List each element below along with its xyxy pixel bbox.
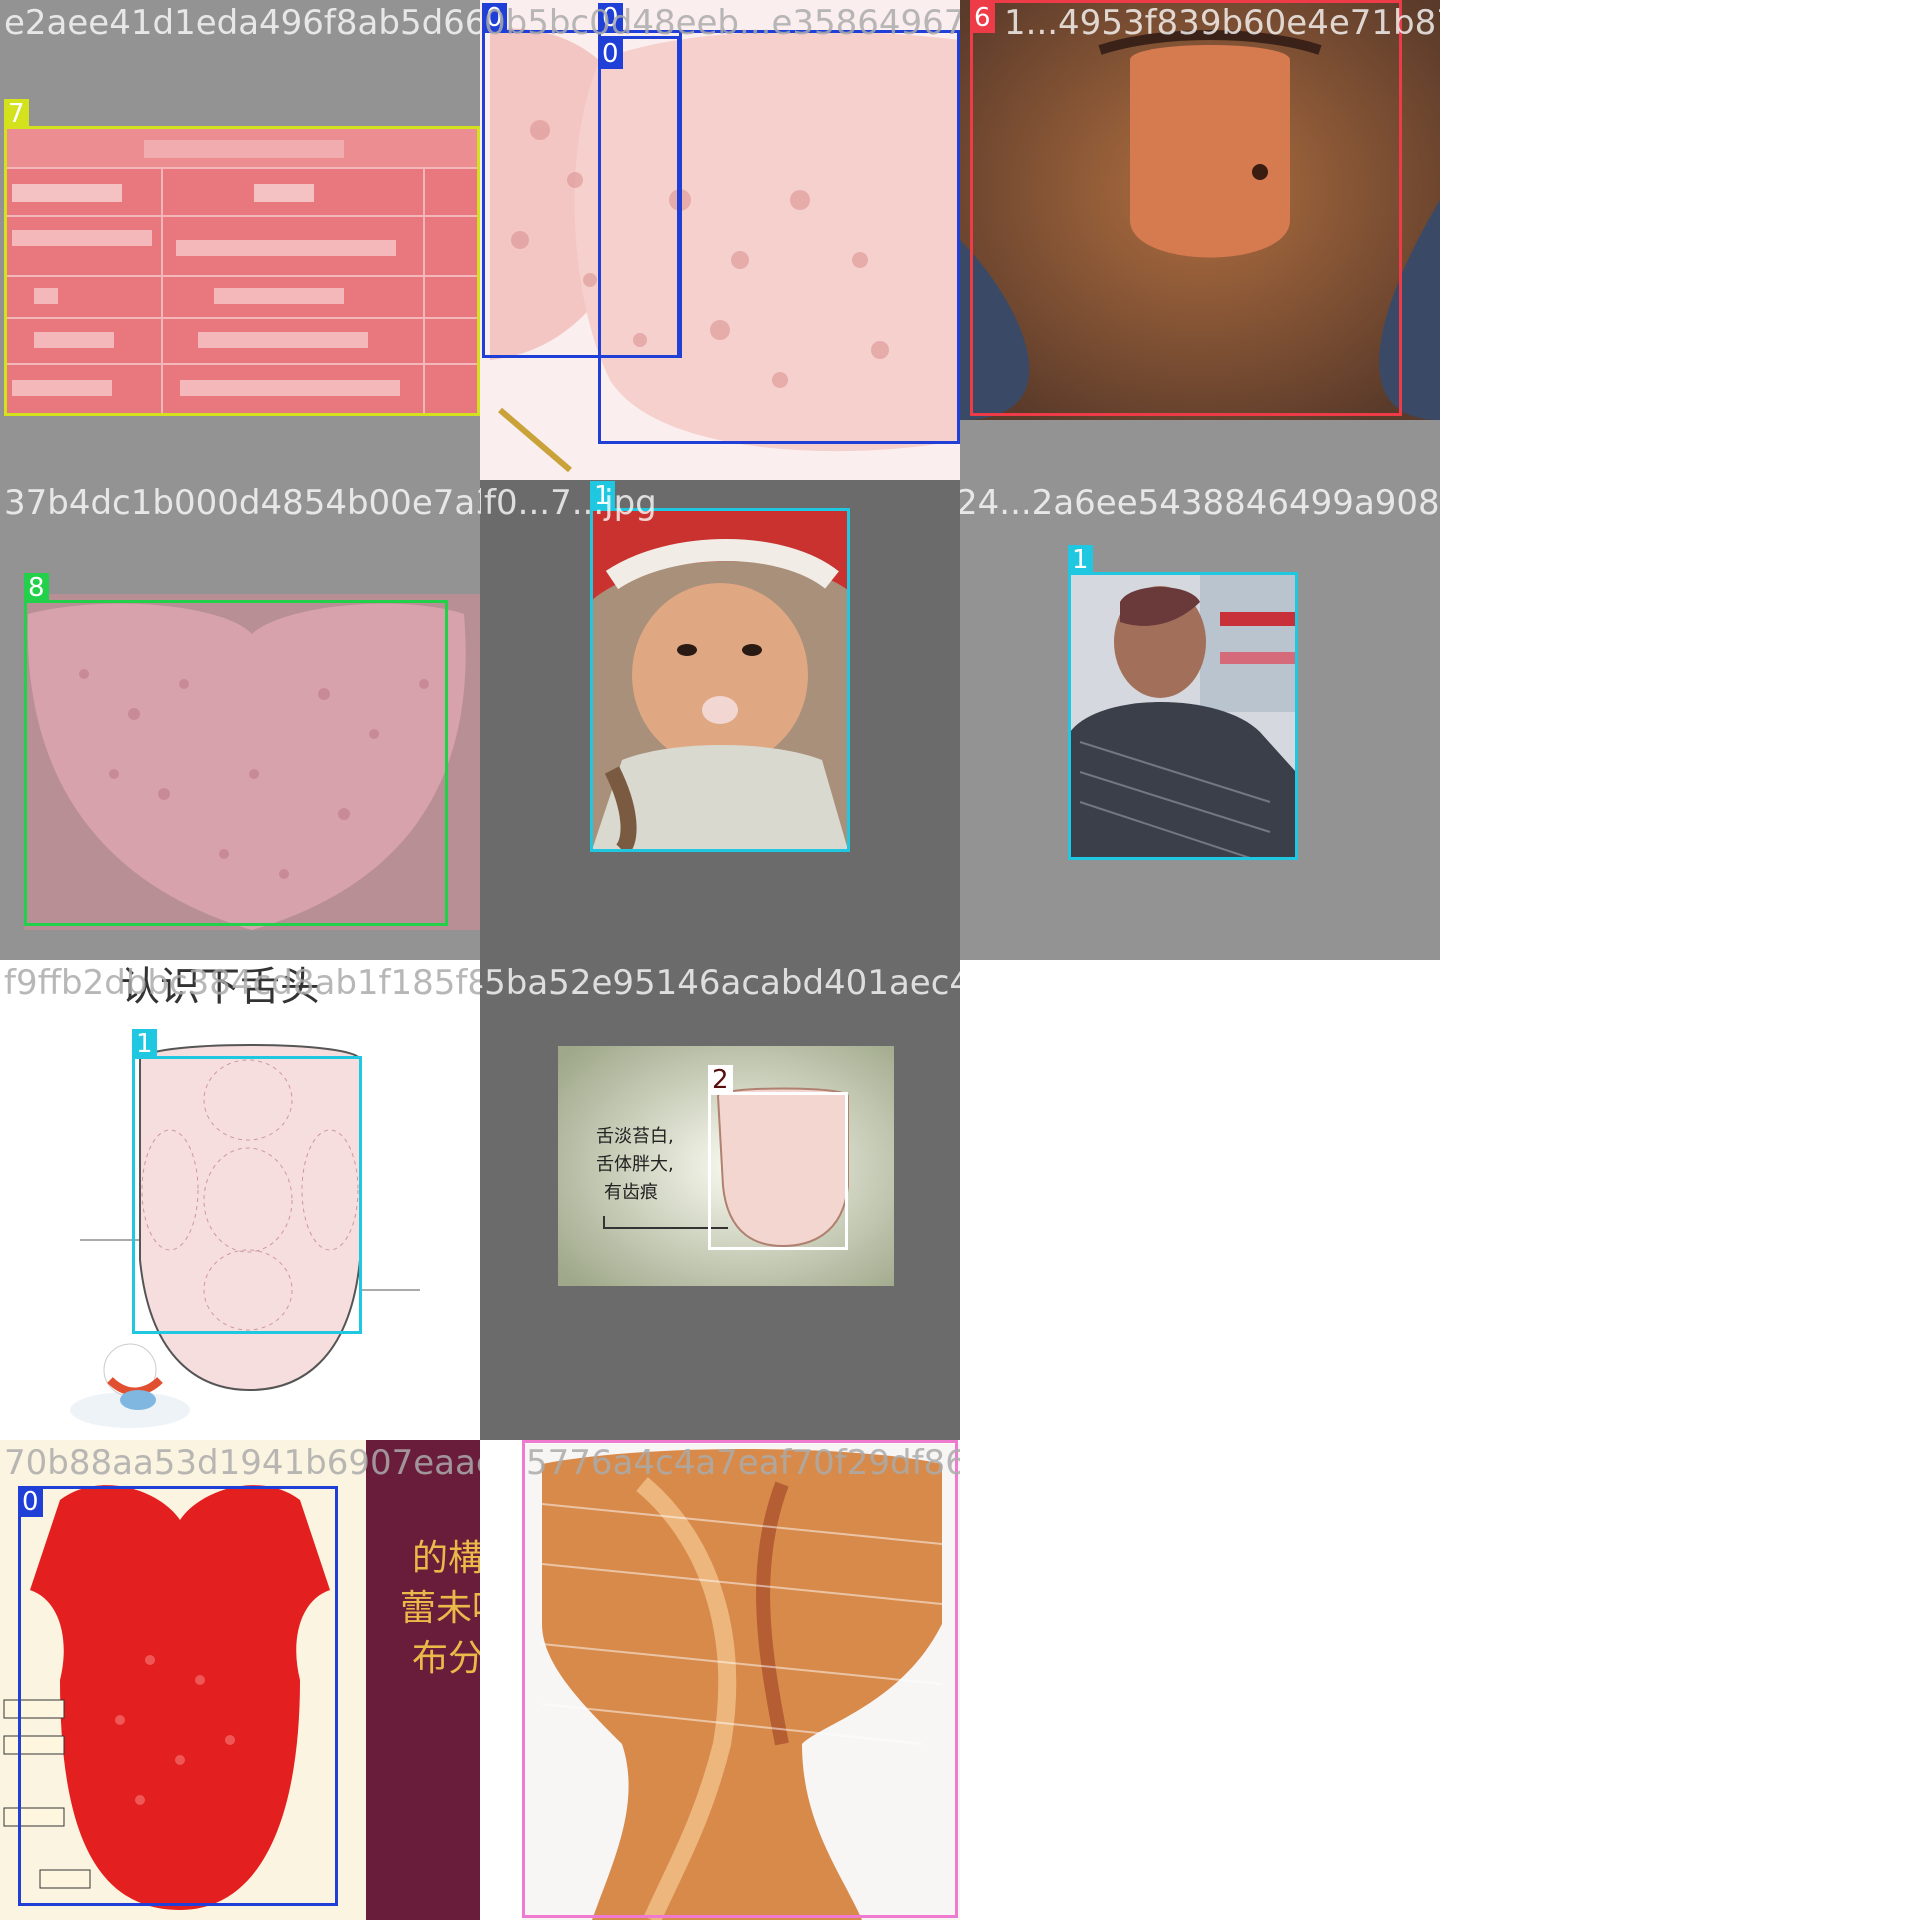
caption-line-1: 舌淡苔白, <box>596 1126 674 1147</box>
side-text-3: 布分 <box>412 1638 480 1679</box>
tile-filename: 70b88aa53d1941b6907eaae <box>4 1443 480 1483</box>
bbox-class-0: 0 <box>598 36 680 358</box>
caption-line-3: 有齿痕 <box>604 1182 658 1203</box>
tile-filename: 24...2a6ee5438846499a9087b29a3086e44d.jp… <box>960 483 1440 523</box>
caption-line-2: 舌体胖大, <box>596 1154 674 1175</box>
mosaic-grid: 7 e2aee41d1eda496f8ab5d66 0 0 0 0b5bc0d4… <box>0 0 1920 1920</box>
bbox-class-1: 1 <box>1068 545 1298 860</box>
bbox-class-1: 1 <box>590 481 850 852</box>
tile-filename: 37b4dc1b000d4854b00e7a3 <box>4 483 480 523</box>
tile-5: 1 6adf0...7...jpg <box>480 480 960 960</box>
bbox-class-6: 6 <box>970 0 1402 416</box>
bbox-label: 6 <box>970 3 995 33</box>
tile-1: 7 e2aee41d1eda496f8ab5d66 <box>0 0 480 480</box>
tile-3: 6 1...4953f839b60e4e71b8723b6ab7ce700c.j… <box>960 0 1440 480</box>
tile-7: 认识下舌头 1 f9ffb2dbbc384cd8ab1f185f8 <box>0 960 480 1440</box>
bbox-class-7: 7 <box>4 99 480 416</box>
side-text-1: 的構 <box>412 1538 480 1579</box>
bbox-class-8: 8 <box>24 573 448 926</box>
bbox-label: 1 <box>1068 545 1093 575</box>
tile-10: 5 5776a4c4a7eaf70f29df860a484.jpg <box>480 1440 960 1920</box>
bbox-class-0: 0 <box>18 1486 338 1906</box>
bbox-class-2: 2 <box>708 1065 848 1250</box>
tile-2: 0 0 0 0b5bc0d48eeb...e3586496744953f839b… <box>480 0 960 480</box>
bbox-label: 2 <box>708 1065 733 1095</box>
bbox-class-1: 1 <box>132 1029 362 1334</box>
bbox-label: 7 <box>4 99 29 129</box>
bbox-label: 8 <box>24 573 49 603</box>
tile-filename: 6adf0...7...jpg <box>480 483 657 523</box>
tile-6: 1 24...2a6ee5438846499a9087b29a3086e44d.… <box>960 480 1440 960</box>
tile-filename: 5776a4c4a7eaf70f29df860a484.jpg <box>526 1443 960 1483</box>
tile-9: 的構 蕾未味 布分 0 70b88aa53d1941b6907eaae <box>0 1440 480 1920</box>
tile-filename: 1...4953f839b60e4e71b8723b6ab7ce700c.jpg <box>1004 3 1440 43</box>
bbox-class-5: 5 <box>522 1440 958 1918</box>
tile-filename: f9ffb2dbbc384cd8ab1f185f8 <box>4 963 480 1003</box>
tile-filename: 0b5bc0d48eeb...e3586496744953f839b60e4e7… <box>484 3 960 43</box>
tile-filename: eb45ba52e95146acabd401aec45da700.jpg <box>480 963 960 1003</box>
side-text-2: 蕾未味 <box>400 1588 480 1629</box>
bbox-label: 0 <box>18 1487 43 1517</box>
tile-filename: e2aee41d1eda496f8ab5d66 <box>4 3 480 43</box>
tile-8: 舌淡苔白, 舌体胖大, 有齿痕 2 eb45ba52e95146acabd401… <box>480 960 960 1440</box>
tile-4: 8 37b4dc1b000d4854b00e7a3 <box>0 480 480 960</box>
bbox-label: 0 <box>598 39 623 69</box>
bbox-label: 1 <box>132 1029 157 1059</box>
